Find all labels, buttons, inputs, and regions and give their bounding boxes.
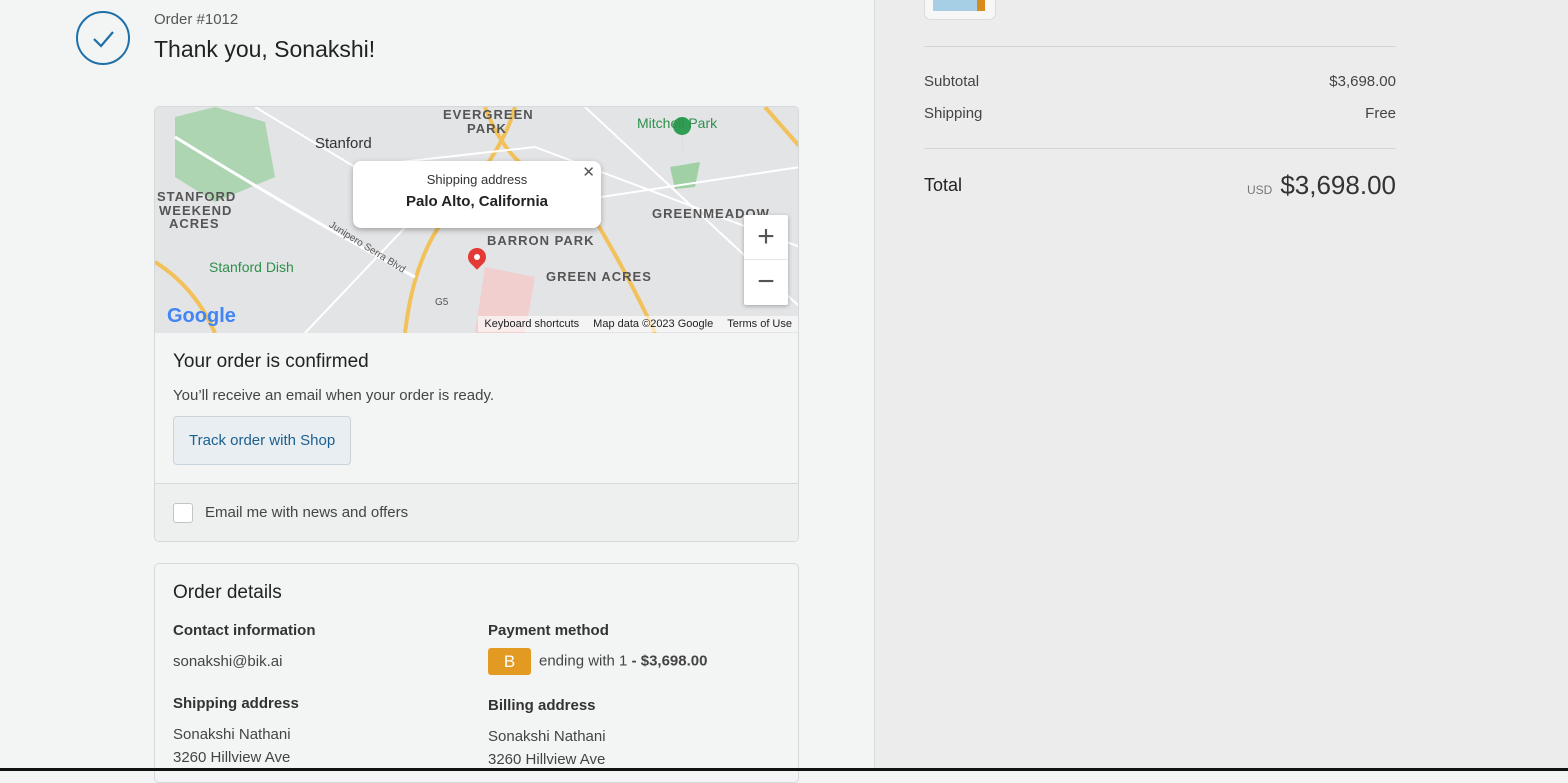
main-column: Order #1012 Thank you, Sonakshi! G5 EVER… — [0, 0, 874, 783]
shipping-address-label: Shipping address — [173, 695, 299, 712]
popup-location: Palo Alto, California — [406, 193, 548, 210]
google-logo: Google — [167, 305, 236, 327]
map-label-evergreen: EVERGREEN — [443, 107, 534, 122]
subtotal-label: Subtotal — [924, 73, 980, 90]
shipping-row: Shipping Free — [924, 105, 1396, 122]
confirmed-title: Your order is confirmed — [173, 351, 369, 372]
map-label-acres: ACRES — [169, 216, 220, 231]
order-details-card: Order details Contact information sonaks… — [154, 563, 799, 783]
billing-name: Sonakshi Nathani — [488, 728, 606, 745]
check-circle-icon — [76, 11, 130, 65]
email-optin-label: Email me with news and offers — [205, 504, 409, 521]
payment-text: ending with 1 — [539, 652, 628, 670]
confirmed-message: You’ll receive an email when your order … — [173, 387, 494, 404]
shipping-value: Free — [1365, 105, 1396, 122]
billing-address-label: Billing address — [488, 697, 596, 714]
terms-link[interactable]: Terms of Use — [727, 318, 792, 330]
map-zoom-controls: + − — [744, 215, 788, 305]
email-optin[interactable]: Email me with news and offers — [155, 483, 798, 541]
subtotal-row: Subtotal $3,698.00 — [924, 73, 1396, 90]
map-data-text: Map data ©2023 Google — [593, 318, 714, 330]
map-label-barron-park: BARRON PARK — [487, 233, 595, 248]
divider — [924, 46, 1396, 47]
order-summary: Subtotal $3,698.00 Shipping Free Total U… — [874, 0, 1568, 771]
contact-label: Contact information — [173, 622, 316, 639]
svg-text:G5: G5 — [435, 297, 449, 308]
close-icon[interactable]: ✕ — [582, 163, 595, 181]
page-title: Thank you, Sonakshi! — [154, 36, 376, 62]
shipping-name: Sonakshi Nathani — [173, 726, 291, 743]
order-details-title: Order details — [173, 582, 282, 603]
total-value: $3,698.00 — [1280, 170, 1396, 200]
shipping-map[interactable]: G5 EVERGREEN PARK Stanford Mitchell Park… — [155, 107, 798, 333]
map-footer: Keyboard shortcuts Map data ©2023 Google… — [478, 316, 798, 332]
map-label-stanford: Stanford — [315, 135, 372, 152]
product-thumbnail — [924, 0, 996, 20]
shipping-label: Shipping — [924, 105, 983, 122]
map-label-park: PARK — [467, 121, 507, 136]
billing-street: 3260 Hillview Ave — [488, 751, 606, 768]
map-label-stanford-dish: Stanford Dish — [209, 259, 294, 275]
zoom-in-button[interactable]: + — [744, 215, 788, 260]
map-label-mitchell-park: Mitchell Park — [637, 115, 718, 131]
keyboard-shortcuts-link[interactable]: Keyboard shortcuts — [484, 318, 579, 330]
payment-amount: - $3,698.00 — [631, 652, 708, 670]
payment-label: Payment method — [488, 622, 609, 639]
subtotal-value: $3,698.00 — [1329, 73, 1396, 90]
currency-code: USD — [1246, 183, 1273, 197]
track-order-button[interactable]: Track order with Shop — [173, 416, 352, 465]
order-number: Order #1012 — [154, 11, 239, 28]
popup-title: Shipping address — [426, 172, 528, 187]
shipping-street: 3260 Hillview Ave — [173, 749, 291, 766]
total-label: Total — [924, 175, 963, 195]
zoom-out-button[interactable]: − — [744, 260, 788, 305]
email-optin-checkbox[interactable] — [173, 502, 193, 523]
map-info-popup: ✕ Shipping address Palo Alto, California — [353, 161, 601, 228]
total-row: Total USD $3,698.00 — [924, 170, 1396, 201]
contact-value: sonakshi@bik.ai — [173, 653, 283, 670]
divider — [924, 148, 1396, 149]
confirmation-card: G5 EVERGREEN PARK Stanford Mitchell Park… — [154, 106, 799, 542]
map-label-green-acres: GREEN ACRES — [546, 269, 652, 284]
map-label-stanford-weekend: STANFORD — [157, 189, 237, 204]
payment-card-icon: B — [488, 648, 531, 675]
